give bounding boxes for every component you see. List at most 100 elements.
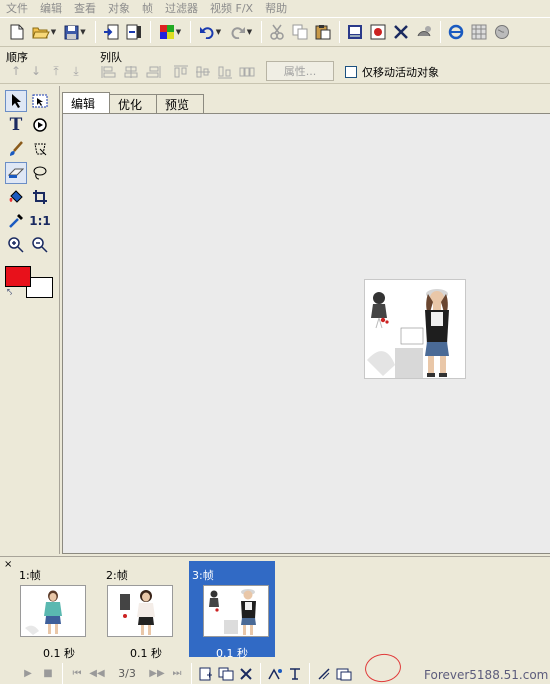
new-frame-icon[interactable]: [196, 665, 216, 683]
trim-icon[interactable]: [390, 21, 412, 43]
frame-label: 1:帧: [19, 569, 41, 582]
arrange-toolbar: 顺序 列队 ↑ ↓ ⤒ ⤓ 属性... 仅移动活动对象: [0, 48, 550, 84]
open-icon[interactable]: ▼: [29, 21, 59, 43]
menu-filter[interactable]: 过滤器: [165, 0, 198, 16]
menu-edit[interactable]: 编辑: [40, 0, 62, 16]
ie-preview-icon[interactable]: [445, 21, 467, 43]
align-center-icon[interactable]: [122, 64, 140, 80]
toolbar-separator: [339, 21, 340, 43]
zoom-in-tool[interactable]: [5, 234, 27, 256]
frame-options-icon[interactable]: [334, 665, 354, 683]
watermark-text: Forever5188.51.com: [424, 668, 549, 682]
align-bottom-icon[interactable]: [216, 64, 234, 80]
frame-thumbnail: [20, 585, 86, 637]
swap-colors-icon[interactable]: ⤣: [7, 288, 12, 298]
eyedropper-tool[interactable]: [5, 210, 27, 232]
menu-view[interactable]: 查看: [74, 0, 96, 16]
crop-tool[interactable]: [29, 186, 51, 208]
tween-icon[interactable]: [265, 665, 285, 683]
view-tabs: 编辑 优化 预览: [62, 92, 204, 113]
frame-delay[interactable]: 0.1 秒: [16, 645, 102, 661]
distribute-frames-icon[interactable]: [285, 665, 305, 683]
distribute-icon[interactable]: [238, 64, 256, 80]
send-to-back-icon[interactable]: ⤓: [66, 64, 86, 80]
delete-frame-icon[interactable]: [236, 665, 256, 683]
undo-icon[interactable]: ▼: [195, 21, 225, 43]
close-panel-icon[interactable]: ×: [4, 559, 12, 570]
bring-forward-icon[interactable]: ↑: [6, 64, 26, 80]
align-left-icon[interactable]: [100, 64, 118, 80]
text-tool[interactable]: T: [5, 114, 27, 136]
toolbar-separator: [309, 662, 310, 684]
eraser-tool[interactable]: [5, 162, 27, 184]
frame-label: 2:帧: [106, 569, 128, 582]
zoom-out-tool[interactable]: [29, 234, 51, 256]
tab-preview[interactable]: 预览: [156, 94, 204, 113]
align-buttons: [100, 64, 260, 80]
freehand-lasso-tool[interactable]: [29, 162, 51, 184]
align-middle-icon[interactable]: [194, 64, 212, 80]
align-top-icon[interactable]: [172, 64, 190, 80]
onion-skin-icon[interactable]: [314, 665, 334, 683]
menu-object[interactable]: 对象: [108, 0, 130, 16]
frame-delay[interactable]: 0.1 秒: [103, 645, 189, 661]
order-label: 顺序: [6, 51, 28, 64]
marquee-tool[interactable]: [29, 90, 51, 112]
toolbar-separator: [191, 662, 192, 684]
save-icon[interactable]: ▼: [60, 21, 90, 43]
frame-delay[interactable]: 0.1 秒: [189, 645, 275, 661]
order-buttons: ↑ ↓ ⤒ ⤓: [6, 64, 86, 80]
grid-icon[interactable]: [468, 21, 490, 43]
globe-icon[interactable]: [491, 21, 513, 43]
cut-icon[interactable]: [266, 21, 288, 43]
bring-to-front-icon[interactable]: ⤒: [46, 64, 66, 80]
menu-file[interactable]: 文件: [6, 0, 28, 16]
menu-frame[interactable]: 帧: [142, 0, 153, 16]
actual-size-tool[interactable]: 1:1: [29, 210, 51, 232]
menu-bar: 文件 编辑 查看 对象 帧 过滤器 视频 F/X 帮助: [0, 0, 550, 16]
palette-icon[interactable]: ▼: [155, 21, 185, 43]
redo-icon[interactable]: ▼: [226, 21, 256, 43]
send-backward-icon[interactable]: ↓: [26, 64, 46, 80]
tab-edit[interactable]: 编辑: [62, 92, 110, 113]
play-icon[interactable]: ▶: [18, 665, 38, 683]
menu-help[interactable]: 帮助: [265, 0, 287, 16]
workspace[interactable]: [62, 113, 550, 554]
image-canvas[interactable]: [364, 279, 466, 379]
move-active-only-checkbox[interactable]: 仅移动活动对象: [345, 64, 439, 80]
fit-icon[interactable]: [413, 21, 435, 43]
frame-1[interactable]: 1:帧 0.1 秒: [16, 561, 102, 660]
fill-tool[interactable]: [5, 186, 27, 208]
export-icon[interactable]: [123, 21, 145, 43]
paintbrush-tool[interactable]: [5, 138, 27, 160]
properties-button[interactable]: 属性...: [266, 61, 334, 81]
preset-shape-tool[interactable]: [29, 114, 51, 136]
foreground-color-swatch[interactable]: [5, 266, 31, 287]
align-right-icon[interactable]: [144, 64, 162, 80]
frame-3[interactable]: 3:帧 0.1 秒: [189, 561, 275, 660]
align-label: 列队: [100, 51, 122, 64]
next-frame-icon[interactable]: ▶▶: [147, 665, 167, 683]
previous-frame-icon[interactable]: ◀◀: [87, 665, 107, 683]
copy-icon[interactable]: [289, 21, 311, 43]
import-icon[interactable]: [100, 21, 122, 43]
checkbox-box[interactable]: [345, 66, 357, 78]
new-icon[interactable]: [6, 21, 28, 43]
stop-icon[interactable]: ■: [38, 665, 58, 683]
move-active-only-label: 仅移动活动对象: [362, 66, 439, 79]
paste-icon[interactable]: [312, 21, 334, 43]
last-frame-icon[interactable]: ⏭: [167, 665, 187, 683]
pointer-tool[interactable]: [5, 90, 27, 112]
frame-2[interactable]: 2:帧 0.1 秒: [103, 561, 189, 660]
frame-counter: 3/3: [118, 667, 136, 680]
canvas-photo: [365, 280, 465, 378]
duplicate-frame-icon[interactable]: [216, 665, 236, 683]
tab-optimize[interactable]: 优化: [109, 94, 157, 113]
menu-video-fx[interactable]: 视频 F/X: [210, 0, 253, 16]
toolbar-separator: [261, 21, 262, 43]
crop-canvas-icon[interactable]: [344, 21, 366, 43]
frame-label: 3:帧: [192, 569, 214, 582]
first-frame-icon[interactable]: ⏮: [67, 665, 87, 683]
lasso-tool[interactable]: [29, 138, 51, 160]
resize-icon[interactable]: [367, 21, 389, 43]
